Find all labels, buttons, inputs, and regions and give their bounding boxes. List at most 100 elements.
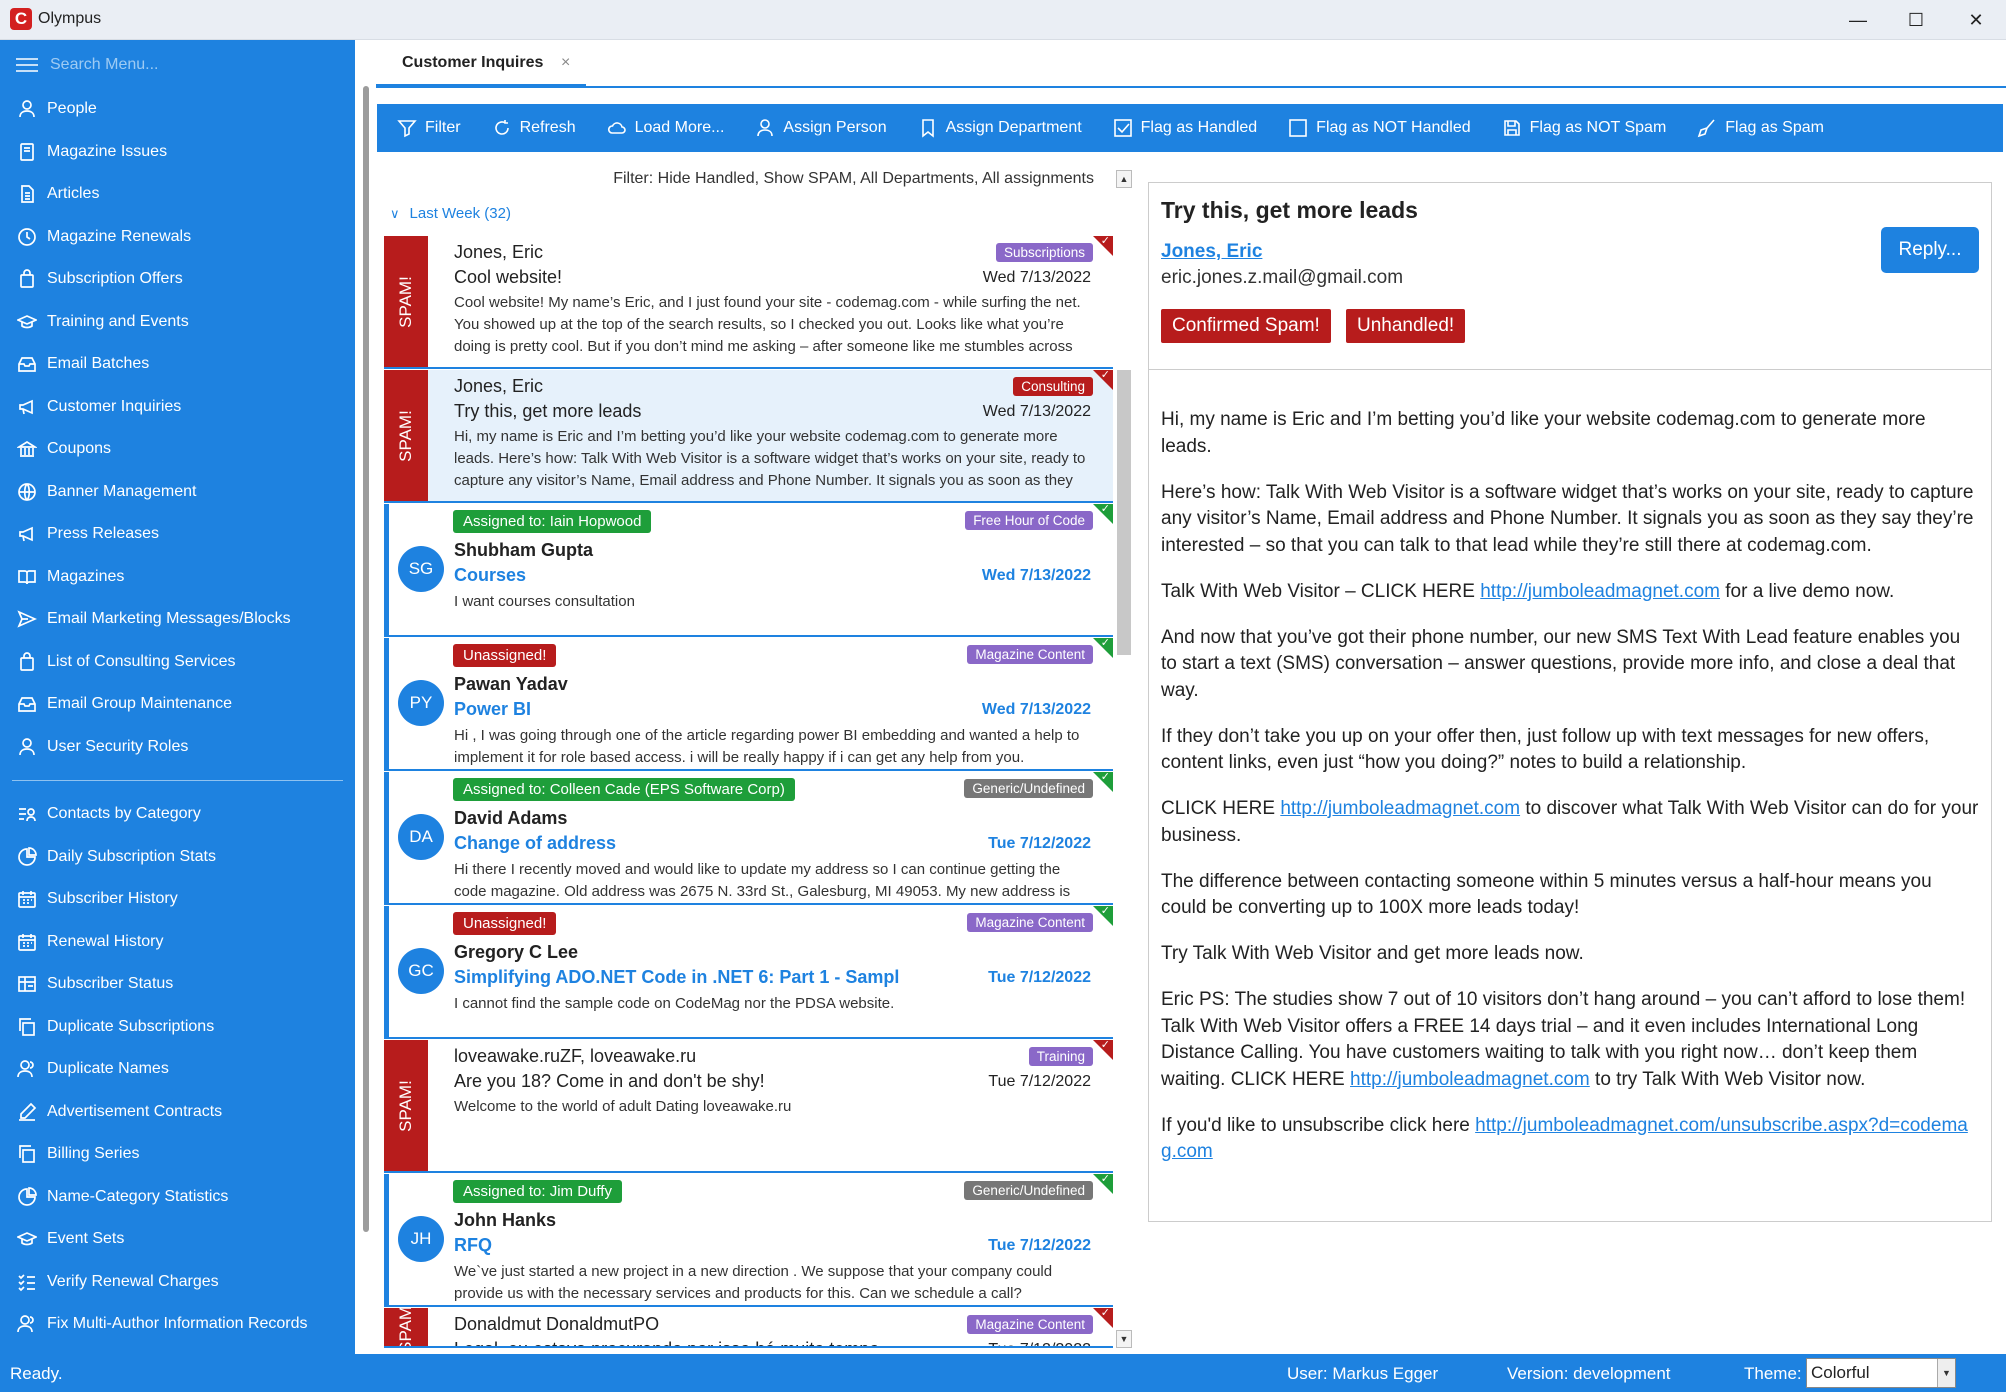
sender-name: Pawan Yadav <box>454 674 568 694</box>
status-user: User: Markus Egger <box>1287 1364 1439 1383</box>
message-date: Tue 7/12/2022 <box>988 1341 1091 1346</box>
message-detail-pane: Try this, get more leads Jones, Eric eri… <box>1148 182 1992 1222</box>
message-subject-link[interactable]: Simplifying ADO.NET Code in .NET 6: Part… <box>454 967 899 988</box>
sidebar-item-label: Verify Renewal Charges <box>47 1272 219 1290</box>
sidebar-item-email-batches[interactable]: Email Batches <box>0 343 355 386</box>
body-link[interactable]: http://jumboleadmagnet.com <box>1350 1069 1590 1090</box>
sidebar-item-label: Magazine Renewals <box>47 227 192 245</box>
list-item[interactable]: SPAM! ✓ Training loveawake.ruZF, loveawake.… <box>384 1040 1113 1173</box>
sidebar-scrollbar[interactable] <box>363 86 369 1232</box>
tab-customer-inquires[interactable]: Customer Inquires × <box>376 40 586 88</box>
status-text: Ready. <box>10 1364 63 1383</box>
department-badge: Consulting <box>1013 377 1093 396</box>
list-item[interactable]: ✓ Magazine Content Unassigned! PY Pawan Yada… <box>384 638 1113 771</box>
sidebar-item-event-sets[interactable]: Event Sets <box>0 1218 355 1261</box>
sender-name: Jones, Eric <box>454 376 544 396</box>
sidebar-item-email-marketing-messages-blocks[interactable]: Email Marketing Messages/Blocks <box>0 598 355 641</box>
sidebar-item-magazine-renewals[interactable]: Magazine Renewals <box>0 216 355 259</box>
unhandled-badge[interactable]: Unhandled! <box>1346 309 1466 343</box>
close-window-button[interactable]: ✕ <box>1946 0 2006 40</box>
body-paragraph: CLICK HERE http://jumboleadmagnet.com to… <box>1161 798 1979 846</box>
theme-select[interactable]: Colorful ▼ <box>1806 1358 1956 1388</box>
sidebar-item-billing-series[interactable]: Billing Series <box>0 1133 355 1176</box>
flag-not-handled-button[interactable]: Flag as NOT Handled <box>1288 118 1471 138</box>
load-more-button[interactable]: Load More... <box>607 118 724 138</box>
refresh-button[interactable]: Refresh <box>492 118 576 138</box>
body-paragraph: Eric PS: The studies show 7 out of 10 vi… <box>1161 989 1966 1090</box>
refresh-label: Refresh <box>519 119 576 136</box>
tab-close-icon[interactable]: × <box>561 40 570 86</box>
open-book-icon <box>16 566 38 588</box>
sidebar-item-user-security-roles[interactable]: User Security Roles <box>0 726 355 769</box>
message-subject-link[interactable]: Change of address <box>454 833 616 854</box>
body-link[interactable]: http://jumboleadmagnet.com <box>1480 581 1720 602</box>
sidebar-search <box>14 50 344 80</box>
minimize-button[interactable]: — <box>1828 0 1888 40</box>
sender-name: Donaldmut DonaldmutPO <box>454 1314 660 1334</box>
list-item[interactable]: ✓ Generic/Undefined Assigned to: Jim Duffy… <box>384 1174 1113 1307</box>
sidebar-item-subscriber-status[interactable]: Subscriber Status <box>0 963 355 1006</box>
sidebar-item-name-category-statistics[interactable]: Name-Category Statistics <box>0 1176 355 1219</box>
sidebar-item-subscription-offers[interactable]: Subscription Offers <box>0 258 355 301</box>
chevron-down-icon[interactable]: ▼ <box>1937 1359 1955 1387</box>
message-subject-link[interactable]: RFQ <box>454 1235 492 1256</box>
hamburger-menu-icon[interactable] <box>16 58 38 72</box>
sidebar-item-training-and-events[interactable]: Training and Events <box>0 301 355 344</box>
sidebar-item-label: Contacts by Category <box>47 805 201 823</box>
message-body: Hi, my name is Eric and I’m betting you’… <box>1161 407 1981 1185</box>
list-item[interactable]: ✓ Magazine Content Unassigned! GC Gregory C … <box>384 906 1113 1039</box>
flag-handled-button[interactable]: Flag as Handled <box>1113 118 1258 138</box>
confirmed-spam-badge[interactable]: Confirmed Spam! <box>1161 309 1331 343</box>
assignment-badge: Unassigned! <box>453 644 557 667</box>
scroll-up-arrow-icon[interactable]: ▲ <box>1116 170 1132 188</box>
message-subject-link[interactable]: Power BI <box>454 699 531 720</box>
sidebar-item-magazines[interactable]: Magazines <box>0 556 355 599</box>
flag-handled-label: Flag as Handled <box>1140 119 1258 136</box>
list-item[interactable]: SPAM! ✓ Magazine Content Donaldmut Donaldmu… <box>384 1308 1113 1348</box>
sidebar-item-magazine-issues[interactable]: Magazine Issues <box>0 131 355 174</box>
body-link[interactable]: http://jumboleadmagnet.com <box>1280 798 1520 819</box>
sidebar-item-articles[interactable]: Articles <box>0 173 355 216</box>
sidebar-item-email-group-maintenance[interactable]: Email Group Maintenance <box>0 683 355 726</box>
sidebar-item-customer-inquiries[interactable]: Customer Inquiries <box>0 386 355 429</box>
assign-person-button[interactable]: Assign Person <box>755 118 887 138</box>
message-snippet: I cannot find the sample code on CodeMag… <box>454 995 895 1012</box>
flag-spam-button[interactable]: Flag as Spam <box>1697 118 1824 138</box>
list-scrollbar[interactable]: ▲ ▼ <box>1114 170 1134 1350</box>
sidebar-item-duplicate-names[interactable]: Duplicate Names <box>0 1048 355 1091</box>
window-title: Olympus <box>38 10 102 27</box>
list-item[interactable]: ✓ Generic/Undefined Assigned to: Colleen C… <box>384 772 1113 905</box>
group-header-last-week[interactable]: ∨ Last Week (32) <box>390 205 511 222</box>
sidebar-item-banner-management[interactable]: Banner Management <box>0 471 355 514</box>
sidebar-item-people[interactable]: People <box>0 88 355 131</box>
department-badge: Free Hour of Code <box>965 511 1093 530</box>
department-badge: Magazine Content <box>967 1315 1093 1334</box>
reply-button[interactable]: Reply... <box>1881 227 1979 273</box>
list-item[interactable]: SPAM! ✓ Consulting Jones, Eric Try this, get… <box>384 370 1113 503</box>
sidebar-item-daily-subscription-stats[interactable]: Daily Subscription Stats <box>0 836 355 879</box>
list-item[interactable]: ✓ Free Hour of Code Assigned to: Iain Hopw… <box>384 504 1113 637</box>
status-bar: Ready. User: Markus Egger Version: devel… <box>0 1354 2006 1392</box>
sidebar-item-fix-multi-author-information-records[interactable]: Fix Multi-Author Information Records <box>0 1303 355 1346</box>
body-paragraph: If you'd like to unsubscribe click here … <box>1161 1114 1968 1163</box>
maximize-button[interactable]: ☐ <box>1886 0 1946 40</box>
sidebar-item-advertisement-contracts[interactable]: Advertisement Contracts <box>0 1091 355 1134</box>
sidebar-item-contacts-by-category[interactable]: Contacts by Category <box>0 793 355 836</box>
sidebar-item-coupons[interactable]: Coupons <box>0 428 355 471</box>
sidebar-item-duplicate-subscriptions[interactable]: Duplicate Subscriptions <box>0 1006 355 1049</box>
scroll-down-arrow-icon[interactable]: ▼ <box>1116 1330 1132 1348</box>
sidebar-item-verify-renewal-charges[interactable]: Verify Renewal Charges <box>0 1261 355 1304</box>
sidebar-item-subscriber-history[interactable]: Subscriber History <box>0 878 355 921</box>
assign-department-button[interactable]: Assign Department <box>918 118 1082 138</box>
title-bar: C Olympus — ☐ ✕ <box>0 0 2006 40</box>
sidebar-item-list-of-consulting-services[interactable]: List of Consulting Services <box>0 641 355 684</box>
filter-button[interactable]: Filter <box>397 118 461 138</box>
message-subject-link[interactable]: Courses <box>454 565 526 586</box>
search-menu-input[interactable] <box>50 50 340 80</box>
flag-not-spam-button[interactable]: Flag as NOT Spam <box>1502 118 1666 138</box>
sidebar-item-press-releases[interactable]: Press Releases <box>0 513 355 556</box>
scroll-thumb[interactable] <box>1117 370 1131 655</box>
detail-sender-link[interactable]: Jones, Eric <box>1161 241 1262 263</box>
sidebar-item-renewal-history[interactable]: Renewal History <box>0 921 355 964</box>
list-item[interactable]: SPAM! ✓ Subscriptions Jones, Eric Cool websi… <box>384 236 1113 369</box>
